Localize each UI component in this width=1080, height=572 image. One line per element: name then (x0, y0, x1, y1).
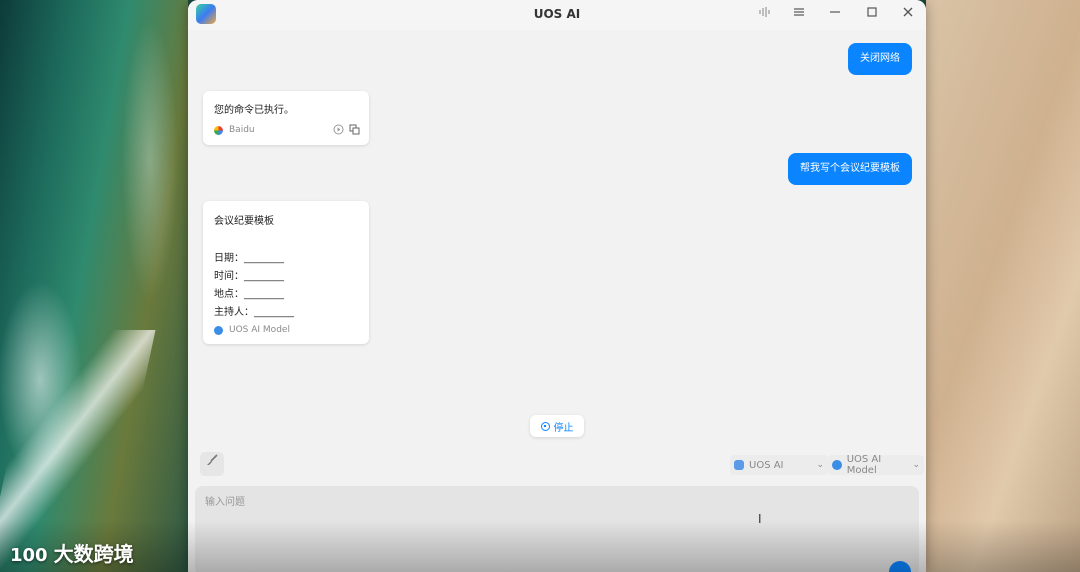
message-text: 日期：________ (214, 253, 284, 264)
wave-foam (0, 330, 156, 570)
minimize-icon[interactable] (824, 5, 846, 25)
menu-icon[interactable] (788, 5, 810, 25)
desktop-wallpaper-right (926, 0, 1080, 572)
assistant-message: 您的命令已执行。 Baidu (203, 91, 369, 145)
desktop-wallpaper-left (0, 0, 188, 572)
source-label: Baidu (229, 125, 255, 135)
input-area[interactable] (195, 486, 919, 572)
brush-icon[interactable] (200, 452, 224, 476)
baidu-logo-icon (214, 125, 223, 135)
send-icon[interactable] (889, 561, 911, 572)
user-message: 帮我写个会议纪要模板 (788, 153, 912, 185)
chat-area[interactable]: 关闭网络 您的命令已执行。 Baidu 帮我写个会议纪要模板 会议纪要模板 日期… (188, 30, 926, 450)
app-window: UOS AI 关闭网络 您的命令已执行。 Baidu 帮我写个会议纪要模板 会议… (188, 0, 926, 572)
message-text: 会议纪要模板 (214, 216, 274, 227)
message-source: UOS AI Model (214, 325, 290, 335)
assistant-icon (734, 460, 744, 470)
watermark-text: 大数跨境 (53, 542, 134, 566)
stop-icon (540, 421, 550, 431)
stop-button[interactable]: 停止 (530, 415, 584, 437)
watermark: 100 大数跨境 (10, 538, 134, 567)
model-icon (832, 460, 842, 470)
close-icon[interactable] (897, 5, 919, 25)
stop-label: 停止 (553, 422, 574, 434)
message-text: 地点：________ (214, 289, 284, 300)
copy-icon[interactable] (349, 124, 360, 138)
model-select[interactable]: UOS AI Model ⌄ (828, 454, 924, 476)
source-label: UOS AI Model (229, 325, 290, 335)
text-cursor-icon: I (758, 512, 762, 526)
titlebar: UOS AI (188, 0, 926, 30)
question-input[interactable] (203, 496, 907, 509)
assistant-select[interactable]: UOS AI ⌄ (730, 455, 828, 475)
model-select-value: UOS AI Model (846, 454, 882, 476)
message-text: 主持人：________ (214, 307, 294, 318)
uos-model-icon (214, 325, 223, 335)
maximize-icon[interactable] (861, 5, 883, 25)
message-text: 时间：________ (214, 271, 284, 282)
assistant-select-value: UOS AI (749, 459, 784, 471)
watermark-logo: 100 (10, 545, 48, 566)
voice-icon[interactable] (754, 5, 776, 25)
chevron-down-icon: ⌄ (912, 460, 920, 470)
message-source: Baidu (214, 125, 255, 135)
input-toolbar: UOS AI ⌄ UOS AI Model ⌄ (188, 452, 926, 480)
assistant-message: 会议纪要模板 日期：________ 时间：________ 地点：______… (203, 201, 369, 344)
message-text: 您的命令已执行。 (214, 105, 294, 116)
window-title: UOS AI (533, 7, 581, 21)
user-message: 关闭网络 (848, 43, 912, 75)
chevron-down-icon: ⌄ (816, 460, 824, 470)
play-icon[interactable] (333, 124, 344, 138)
